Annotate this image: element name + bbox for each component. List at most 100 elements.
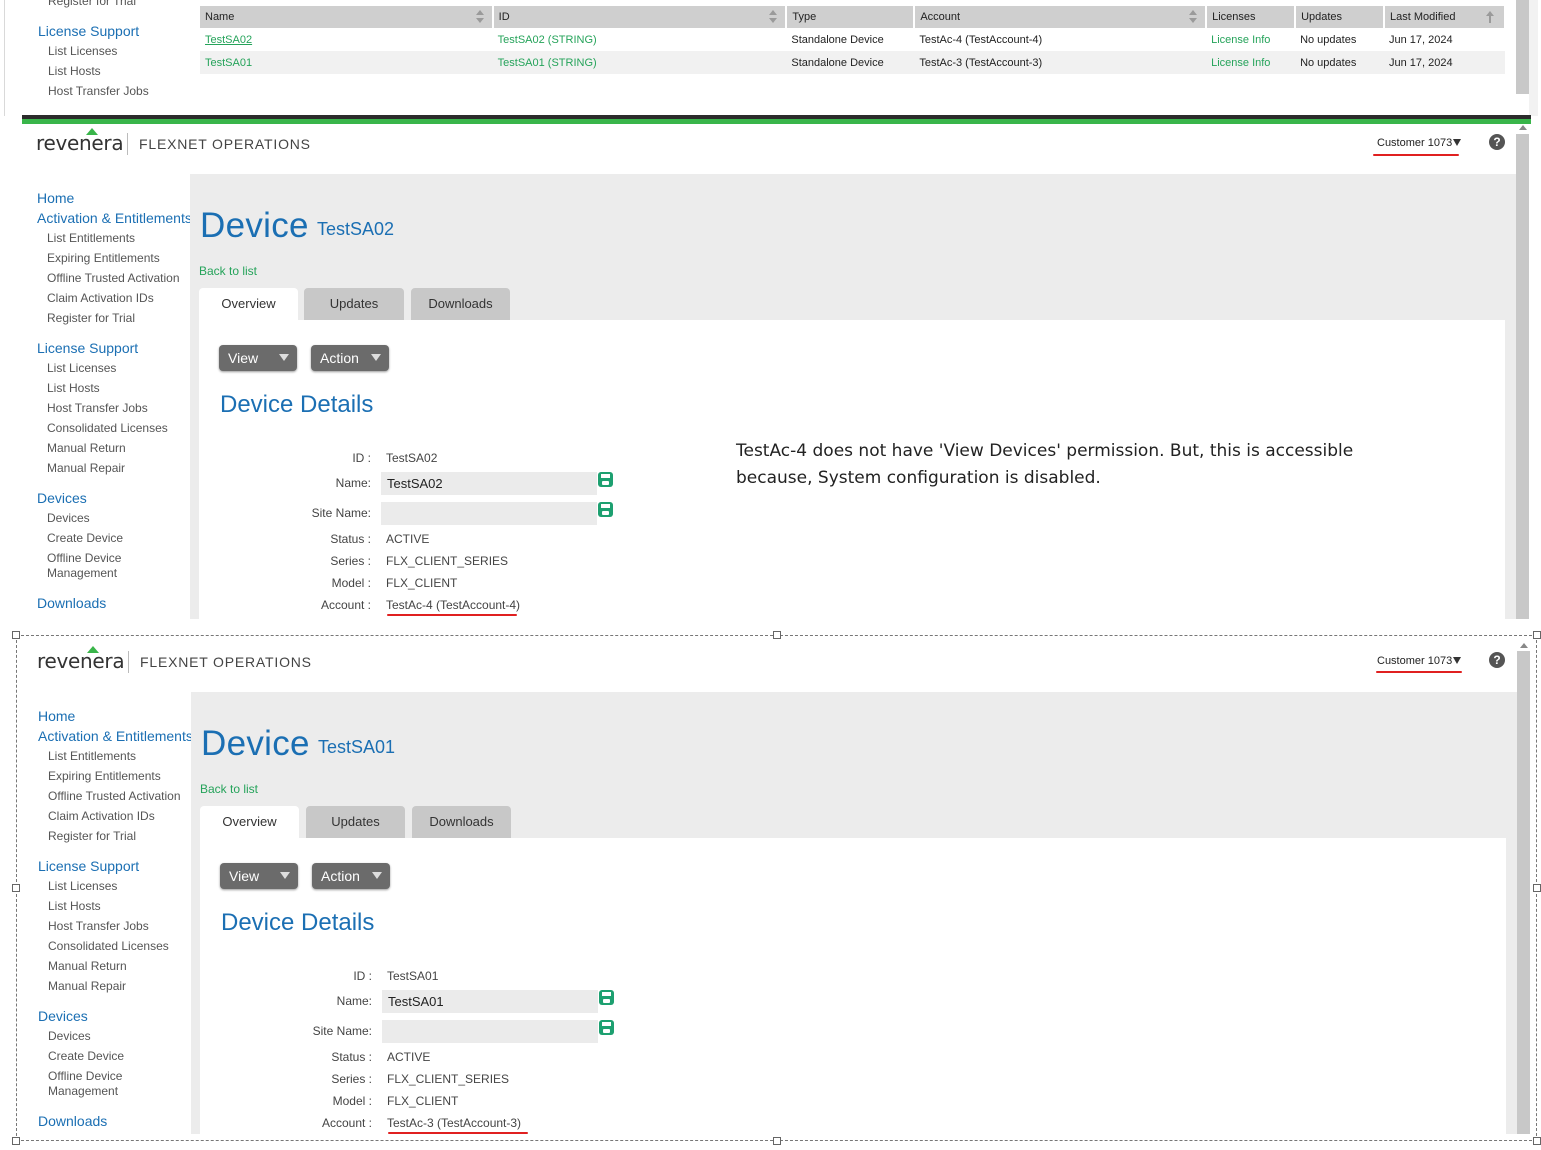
column-header-account[interactable]: Account <box>914 6 1208 28</box>
sidebar-item-list-hosts[interactable]: List Hosts <box>48 899 101 914</box>
view-dropdown-button[interactable]: View <box>220 863 298 889</box>
help-icon[interactable]: ? <box>1489 134 1505 150</box>
sidebar-item-create-device[interactable]: Create Device <box>47 531 123 546</box>
tab-overview[interactable]: Overview <box>199 288 298 320</box>
resize-handle[interactable] <box>1533 884 1541 892</box>
sidebar-item-list-licenses[interactable]: List Licenses <box>48 44 117 58</box>
sidebar-item-manual-return[interactable]: Manual Return <box>48 959 127 974</box>
action-dropdown-button[interactable]: Action <box>312 863 390 889</box>
resize-handle[interactable] <box>773 631 781 639</box>
sidebar-home[interactable]: Home <box>37 190 74 206</box>
tab-updates[interactable]: Updates <box>306 806 405 838</box>
vertical-scrollbar[interactable] <box>1516 0 1529 94</box>
sidebar-section-license-support[interactable]: License Support <box>37 340 138 356</box>
tab-overview[interactable]: Overview <box>200 806 299 838</box>
sort-icon[interactable] <box>475 10 484 24</box>
resize-handle[interactable] <box>1533 1137 1541 1145</box>
device-link[interactable]: TestSA02 <box>205 34 252 46</box>
revenera-logo[interactable]: revenera <box>36 128 124 155</box>
save-icon[interactable] <box>599 1020 614 1035</box>
revenera-logo[interactable]: revenera <box>37 646 125 673</box>
sort-icon[interactable] <box>1189 10 1198 24</box>
customer-menu[interactable]: Customer 1073 <box>1377 655 1462 667</box>
sidebar-item-register-trial[interactable]: Register for Trial <box>47 311 135 326</box>
cell-id[interactable]: TestSA01 (STRING) <box>492 51 787 74</box>
tab-updates[interactable]: Updates <box>304 288 404 320</box>
column-header-type[interactable]: Type <box>786 6 916 28</box>
sort-ascending-icon[interactable] <box>1486 11 1494 23</box>
sidebar-item-claim-activation-ids[interactable]: Claim Activation IDs <box>48 809 155 824</box>
sidebar-section-devices[interactable]: Devices <box>37 490 87 506</box>
vertical-scrollbar[interactable] <box>1517 651 1530 1134</box>
device-link[interactable]: TestSA01 <box>205 57 252 69</box>
sidebar-item-list-hosts[interactable]: List Hosts <box>47 381 100 396</box>
device-id-link[interactable]: TestSA01 (STRING) <box>498 57 597 69</box>
back-to-list-link[interactable]: Back to list <box>199 264 257 278</box>
sidebar-item-consolidated-licenses[interactable]: Consolidated Licenses <box>47 421 168 436</box>
sidebar-item-offline-trusted-activation[interactable]: Offline Trusted Activation <box>47 271 180 286</box>
name-input[interactable]: TestSA02 <box>381 472 597 495</box>
sidebar-item-offline-device-management[interactable]: Offline Device <box>48 1069 122 1084</box>
sidebar-item-list-hosts[interactable]: List Hosts <box>48 64 101 78</box>
cell-licenses[interactable]: License Info <box>1206 28 1296 51</box>
scrollbar-track[interactable] <box>1529 0 1538 116</box>
sidebar-section-downloads[interactable]: Downloads <box>38 1113 107 1129</box>
sidebar-item-expiring-entitlements[interactable]: Expiring Entitlements <box>47 251 160 266</box>
tab-downloads[interactable]: Downloads <box>412 806 511 838</box>
sidebar-home[interactable]: Home <box>38 708 75 724</box>
sidebar-item-manual-repair[interactable]: Manual Repair <box>47 461 125 476</box>
customer-menu[interactable]: Customer 1073 <box>1377 137 1462 149</box>
save-icon[interactable] <box>598 502 613 517</box>
site-name-input[interactable] <box>382 1020 598 1043</box>
column-header-id[interactable]: ID <box>492 6 788 28</box>
sidebar-section-license-support[interactable]: License Support <box>38 23 139 39</box>
site-name-input[interactable] <box>381 502 597 525</box>
column-header-last-modified[interactable]: Last Modified <box>1384 6 1506 28</box>
sort-icon[interactable] <box>769 10 778 24</box>
scroll-up-icon[interactable] <box>1519 125 1527 130</box>
scroll-up-icon[interactable] <box>1520 643 1528 648</box>
sidebar-item-host-transfer-jobs[interactable]: Host Transfer Jobs <box>48 919 149 934</box>
sidebar-item-list-licenses[interactable]: List Licenses <box>47 361 116 376</box>
sidebar-item-manual-repair[interactable]: Manual Repair <box>48 979 126 994</box>
sidebar-item-consolidated-licenses[interactable]: Consolidated Licenses <box>48 939 169 954</box>
sidebar-item-list-licenses[interactable]: List Licenses <box>48 879 117 894</box>
resize-handle[interactable] <box>12 631 20 639</box>
resize-handle[interactable] <box>773 1137 781 1145</box>
sidebar-section-downloads[interactable]: Downloads <box>37 595 106 611</box>
cell-licenses[interactable]: License Info <box>1206 51 1296 74</box>
sidebar-item-register-trial[interactable]: Register for Trial <box>48 829 136 844</box>
view-dropdown-button[interactable]: View <box>219 345 297 371</box>
device-id-link[interactable]: TestSA02 (STRING) <box>498 34 597 46</box>
sidebar-item-create-device[interactable]: Create Device <box>48 1049 124 1064</box>
save-icon[interactable] <box>598 472 613 487</box>
back-to-list-link[interactable]: Back to list <box>200 782 258 796</box>
sidebar-item-register-trial[interactable]: Register for Trial <box>48 0 136 8</box>
cell-name[interactable]: TestSA01 <box>200 51 493 74</box>
license-info-link[interactable]: License Info <box>1211 57 1270 69</box>
sidebar-item-host-transfer-jobs[interactable]: Host Transfer Jobs <box>48 84 149 98</box>
tab-downloads[interactable]: Downloads <box>411 288 510 320</box>
sidebar-section-activation[interactable]: Activation & Entitlements <box>37 210 192 226</box>
column-header-name[interactable]: Name <box>200 6 494 28</box>
resize-handle[interactable] <box>12 1137 20 1145</box>
sidebar-item-devices[interactable]: Devices <box>47 511 90 526</box>
sidebar-item-offline-device-management-line2[interactable]: Management <box>47 566 117 581</box>
sidebar-section-license-support[interactable]: License Support <box>38 858 139 874</box>
help-icon[interactable]: ? <box>1489 652 1505 668</box>
license-info-link[interactable]: License Info <box>1211 34 1270 46</box>
vertical-scrollbar[interactable] <box>1516 134 1529 619</box>
sidebar-item-host-transfer-jobs[interactable]: Host Transfer Jobs <box>47 401 148 416</box>
sidebar-item-claim-activation-ids[interactable]: Claim Activation IDs <box>47 291 154 306</box>
cell-id[interactable]: TestSA02 (STRING) <box>492 28 787 51</box>
sidebar-item-devices[interactable]: Devices <box>48 1029 91 1044</box>
cell-name[interactable]: TestSA02 <box>200 28 493 51</box>
sidebar-section-activation[interactable]: Activation & Entitlements <box>38 728 193 744</box>
sidebar-item-manual-return[interactable]: Manual Return <box>47 441 126 456</box>
sidebar-item-offline-device-management[interactable]: Offline Device <box>47 551 121 566</box>
sidebar-item-list-entitlements[interactable]: List Entitlements <box>47 231 135 246</box>
sidebar-item-offline-device-management-line2[interactable]: Management <box>48 1084 118 1099</box>
sidebar-item-list-entitlements[interactable]: List Entitlements <box>48 749 136 764</box>
sidebar-item-expiring-entitlements[interactable]: Expiring Entitlements <box>48 769 161 784</box>
sidebar-section-devices[interactable]: Devices <box>38 1008 88 1024</box>
